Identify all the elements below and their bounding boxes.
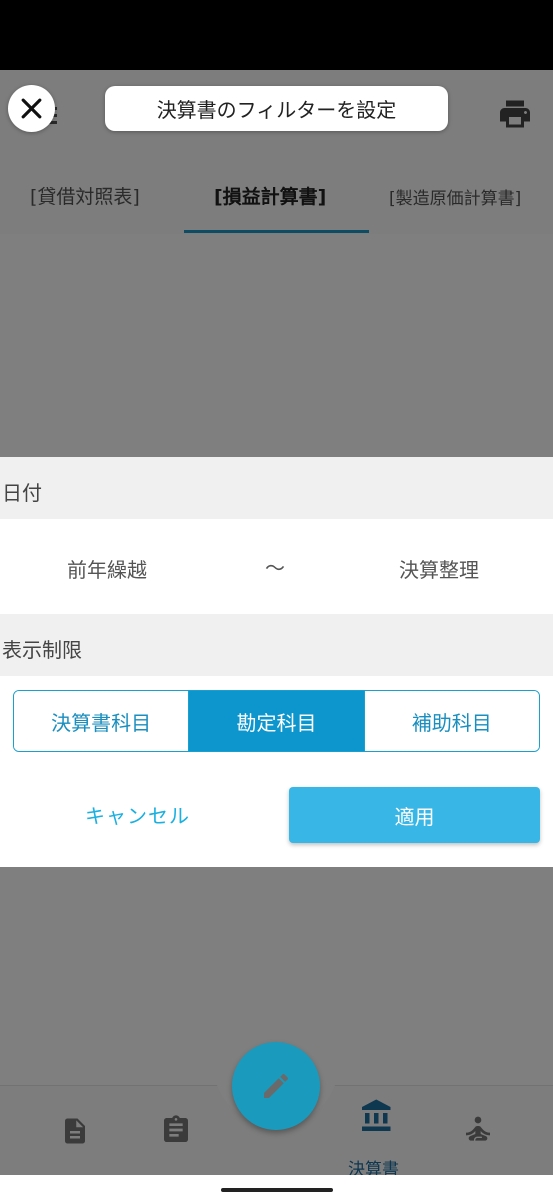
home-indicator[interactable] bbox=[221, 1188, 333, 1192]
display-limit-section-header: 表示制限 bbox=[0, 614, 553, 676]
dialog-title: 決算書のフィルターを設定 bbox=[105, 86, 448, 131]
display-limit-label: 表示制限 bbox=[2, 638, 82, 662]
app-screen: [貸借対照表] [損益計算書] [製造原価計算書] 決算書 日付 bbox=[0, 70, 553, 1175]
close-button[interactable] bbox=[8, 85, 55, 132]
display-limit-segmented-control: 決算書科目 勘定科目 補助科目 bbox=[13, 690, 540, 752]
pencil-icon bbox=[264, 1073, 289, 1098]
segment-statement-accounts[interactable]: 決算書科目 bbox=[14, 691, 189, 751]
fab-edit-button[interactable] bbox=[232, 1042, 320, 1130]
close-icon bbox=[21, 98, 42, 119]
segment-sub-accounts[interactable]: 補助科目 bbox=[363, 691, 539, 751]
status-bar bbox=[0, 0, 553, 70]
date-section-label: 日付 bbox=[2, 481, 42, 505]
cancel-button[interactable]: キャンセル bbox=[30, 785, 245, 843]
date-to-field[interactable]: 決算整理 bbox=[399, 554, 479, 583]
apply-button[interactable]: 適用 bbox=[289, 787, 540, 843]
date-range-separator: 〜 bbox=[265, 556, 285, 580]
date-range-row: 前年繰越 〜 決算整理 bbox=[0, 519, 553, 614]
date-from-field[interactable]: 前年繰越 bbox=[67, 554, 147, 583]
date-section-header: 日付 bbox=[0, 457, 553, 519]
segment-general-accounts[interactable]: 勘定科目 bbox=[188, 691, 364, 751]
gesture-navigation-area bbox=[0, 1175, 553, 1200]
filter-panel: 日付 前年繰越 〜 決算整理 表示制限 決算書科目 勘定科目 補助科目 キャンセ… bbox=[0, 457, 553, 867]
